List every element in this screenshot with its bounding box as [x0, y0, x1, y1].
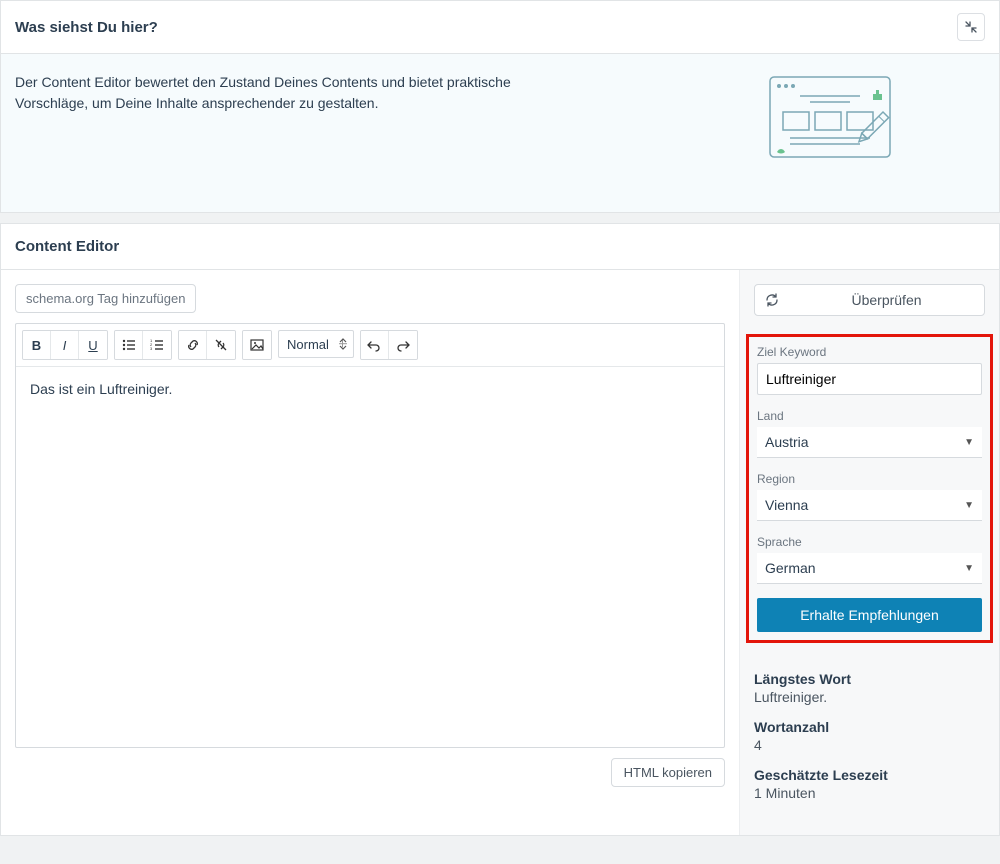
bold-button[interactable]: B — [23, 331, 51, 359]
undo-button[interactable] — [361, 331, 389, 359]
keyword-label: Ziel Keyword — [757, 345, 982, 359]
longest-word-value: Luftreiniger. — [754, 689, 985, 705]
recommendations-button[interactable]: Erhalte Empfehlungen — [757, 598, 982, 632]
intro-panel: Was siehst Du hier? Der Content Editor b… — [0, 0, 1000, 213]
format-select[interactable]: Normal — [278, 330, 354, 358]
editor-toolbar: B I U 123 — [16, 324, 724, 367]
ordered-list-button[interactable]: 123 — [143, 331, 171, 359]
chevron-down-icon: ▼ — [964, 500, 974, 511]
intro-title: Was siehst Du hier? — [15, 19, 158, 36]
ordered-list-icon: 123 — [150, 338, 164, 352]
intro-illustration — [765, 72, 925, 162]
link-icon — [186, 338, 200, 352]
link-button[interactable] — [179, 331, 207, 359]
country-label: Land — [757, 409, 982, 423]
schema-tag-button[interactable]: schema.org Tag hinzufügen — [15, 284, 196, 313]
chevron-updown-icon — [339, 338, 347, 350]
intro-header: Was siehst Du hier? — [1, 1, 999, 54]
wordcount-label: Wortanzahl — [754, 719, 985, 735]
keyword-input[interactable] — [757, 363, 982, 395]
collapse-button[interactable] — [957, 13, 985, 41]
wordcount-value: 4 — [754, 737, 985, 753]
chevron-down-icon: ▼ — [964, 437, 974, 448]
editor-content[interactable]: Das ist ein Luftreiniger. — [16, 367, 724, 747]
language-value: German — [765, 560, 816, 576]
country-value: Austria — [765, 434, 809, 450]
language-label: Sprache — [757, 535, 982, 549]
verify-label: Überprüfen — [799, 292, 974, 308]
readtime-label: Geschätzte Lesezeit — [754, 767, 985, 783]
longest-word-label: Längstes Wort — [754, 671, 985, 687]
italic-button[interactable]: I — [51, 331, 79, 359]
editor-box: B I U 123 — [15, 323, 725, 748]
intro-body: Der Content Editor bewertet den Zustand … — [1, 54, 999, 212]
region-select[interactable]: Vienna ▼ — [757, 490, 982, 521]
highlighted-form: Ziel Keyword Land Austria ▼ Region Vienn… — [746, 334, 993, 643]
unlink-button[interactable] — [207, 331, 235, 359]
chevron-down-icon: ▼ — [964, 563, 974, 574]
stats-section: Längstes Wort Luftreiniger. Wortanzahl 4… — [754, 657, 985, 835]
country-select[interactable]: Austria ▼ — [757, 427, 982, 458]
underline-button[interactable]: U — [79, 331, 107, 359]
content-editor-header: Content Editor — [1, 224, 999, 270]
region-value: Vienna — [765, 497, 808, 513]
html-copy-button[interactable]: HTML kopieren — [611, 758, 725, 787]
readtime-value: 1 Minuten — [754, 785, 985, 801]
content-editor-panel: Content Editor schema.org Tag hinzufügen… — [0, 223, 1000, 836]
collapse-icon — [965, 21, 977, 33]
intro-text: Der Content Editor bewertet den Zustand … — [15, 72, 555, 162]
redo-button[interactable] — [389, 331, 417, 359]
editor-column: schema.org Tag hinzufügen B I U 123 — [1, 270, 739, 835]
content-editor-title: Content Editor — [15, 238, 985, 255]
image-button[interactable] — [243, 331, 271, 359]
redo-icon — [396, 338, 410, 352]
svg-text:3: 3 — [150, 346, 153, 351]
unlink-icon — [214, 338, 228, 352]
sidebar-column: Überprüfen Ziel Keyword Land Austria ▼ R… — [739, 270, 999, 835]
region-label: Region — [757, 472, 982, 486]
format-select-label: Normal — [287, 337, 329, 352]
verify-button[interactable]: Überprüfen — [754, 284, 985, 316]
image-icon — [250, 338, 264, 352]
undo-icon — [367, 338, 381, 352]
bullet-list-icon — [122, 338, 136, 352]
bullet-list-button[interactable] — [115, 331, 143, 359]
refresh-icon — [765, 293, 779, 307]
language-select[interactable]: German ▼ — [757, 553, 982, 584]
